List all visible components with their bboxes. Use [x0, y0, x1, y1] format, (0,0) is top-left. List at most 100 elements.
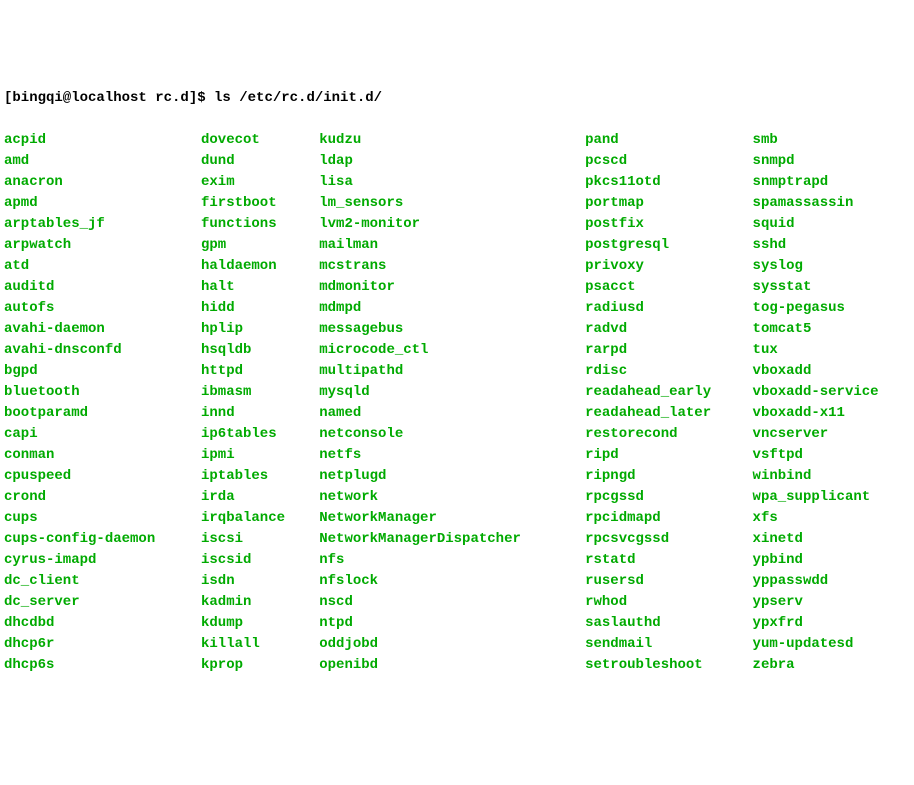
file-entry: hsqldb: [201, 340, 309, 361]
file-entry: rpcsvcgssd: [585, 529, 742, 550]
file-entry: tomcat5: [753, 319, 910, 340]
file-entry: dund: [201, 151, 309, 172]
file-entry: nfs: [319, 550, 575, 571]
file-entry: netplugd: [319, 466, 575, 487]
file-entry: cpuspeed: [4, 466, 191, 487]
file-entry: oddjobd: [319, 634, 575, 655]
file-entry: snmptrapd: [753, 172, 910, 193]
file-entry: tux: [753, 340, 910, 361]
file-entry: nfslock: [319, 571, 575, 592]
file-entry: NetworkManagerDispatcher: [319, 529, 575, 550]
file-entry: ldap: [319, 151, 575, 172]
file-entry: ripngd: [585, 466, 742, 487]
file-entry: dhcdbd: [4, 613, 191, 634]
file-entry: pkcs11otd: [585, 172, 742, 193]
file-entry: rstatd: [585, 550, 742, 571]
file-entry: ntpd: [319, 613, 575, 634]
file-entry: iptables: [201, 466, 309, 487]
column-4: pandpcscdpkcs11otdportmappostfixpostgres…: [585, 130, 742, 676]
file-entry: avahi-daemon: [4, 319, 191, 340]
file-entry: rarpd: [585, 340, 742, 361]
file-entry: crond: [4, 487, 191, 508]
file-entry: ypbind: [753, 550, 910, 571]
file-entry: firstboot: [201, 193, 309, 214]
file-entry: killall: [201, 634, 309, 655]
file-entry: postgresql: [585, 235, 742, 256]
file-entry: kadmin: [201, 592, 309, 613]
file-entry: arptables_jf: [4, 214, 191, 235]
file-entry: spamassassin: [753, 193, 910, 214]
file-entry: rwhod: [585, 592, 742, 613]
column-2: dovecotdundeximfirstbootfunctionsgpmhald…: [201, 130, 309, 676]
file-entry: mdmonitor: [319, 277, 575, 298]
file-entry: dc_server: [4, 592, 191, 613]
file-entry: xfs: [753, 508, 910, 529]
file-entry: multipathd: [319, 361, 575, 382]
file-entry: arpwatch: [4, 235, 191, 256]
column-3: kudzuldaplisalm_sensorslvm2-monitormailm…: [319, 130, 575, 676]
file-entry: vboxadd-x11: [753, 403, 910, 424]
file-entry: privoxy: [585, 256, 742, 277]
file-entry: yum-updatesd: [753, 634, 910, 655]
file-entry: anacron: [4, 172, 191, 193]
file-entry: apmd: [4, 193, 191, 214]
file-entry: dhcp6r: [4, 634, 191, 655]
file-entry: tog-pegasus: [753, 298, 910, 319]
file-entry: openibd: [319, 655, 575, 676]
file-entry: dc_client: [4, 571, 191, 592]
file-entry: kprop: [201, 655, 309, 676]
file-entry: portmap: [585, 193, 742, 214]
file-entry: mailman: [319, 235, 575, 256]
file-entry: netconsole: [319, 424, 575, 445]
shell-prompt: [bingqi@localhost rc.d]$ ls /etc/rc.d/in…: [4, 88, 910, 109]
file-entry: avahi-dnsconfd: [4, 340, 191, 361]
file-entry: bluetooth: [4, 382, 191, 403]
file-entry: vncserver: [753, 424, 910, 445]
file-entry: dovecot: [201, 130, 309, 151]
file-entry: cups: [4, 508, 191, 529]
file-entry: snmpd: [753, 151, 910, 172]
file-entry: microcode_ctl: [319, 340, 575, 361]
file-entry: pcscd: [585, 151, 742, 172]
file-entry: zebra: [753, 655, 910, 676]
file-entry: autofs: [4, 298, 191, 319]
file-entry: httpd: [201, 361, 309, 382]
column-5: smbsnmpdsnmptrapdspamassassinsquidsshd sy…: [753, 130, 910, 676]
file-entry: iscsid: [201, 550, 309, 571]
file-entry: winbind: [753, 466, 910, 487]
file-entry: yppasswdd: [753, 571, 910, 592]
file-entry: functions: [201, 214, 309, 235]
file-entry: ip6tables: [201, 424, 309, 445]
file-entry: ripd: [585, 445, 742, 466]
file-entry: auditd: [4, 277, 191, 298]
file-entry: dhcp6s: [4, 655, 191, 676]
file-entry: network: [319, 487, 575, 508]
file-entry: capi: [4, 424, 191, 445]
file-entry: hidd: [201, 298, 309, 319]
file-entry: ypserv: [753, 592, 910, 613]
file-entry: xinetd: [753, 529, 910, 550]
column-1: acpidamdanacronapmdarptables_jfarpwatcha…: [4, 130, 191, 676]
file-entry: restorecond: [585, 424, 742, 445]
file-entry: squid: [753, 214, 910, 235]
file-entry: iscsi: [201, 529, 309, 550]
file-entry: kudzu: [319, 130, 575, 151]
file-entry: gpm: [201, 235, 309, 256]
file-entry: wpa_supplicant: [753, 487, 910, 508]
file-entry: ibmasm: [201, 382, 309, 403]
file-entry: named: [319, 403, 575, 424]
file-entry: atd: [4, 256, 191, 277]
file-entry: psacct: [585, 277, 742, 298]
file-entry: innd: [201, 403, 309, 424]
file-entry: sysstat: [753, 277, 910, 298]
file-entry: setroubleshoot: [585, 655, 742, 676]
file-entry: sshd: [753, 235, 910, 256]
file-entry: smb: [753, 130, 910, 151]
file-entry: lvm2-monitor: [319, 214, 575, 235]
file-entry: readahead_early: [585, 382, 742, 403]
file-entry: NetworkManager: [319, 508, 575, 529]
file-entry: conman: [4, 445, 191, 466]
file-entry: vsftpd: [753, 445, 910, 466]
file-entry: amd: [4, 151, 191, 172]
file-entry: ipmi: [201, 445, 309, 466]
